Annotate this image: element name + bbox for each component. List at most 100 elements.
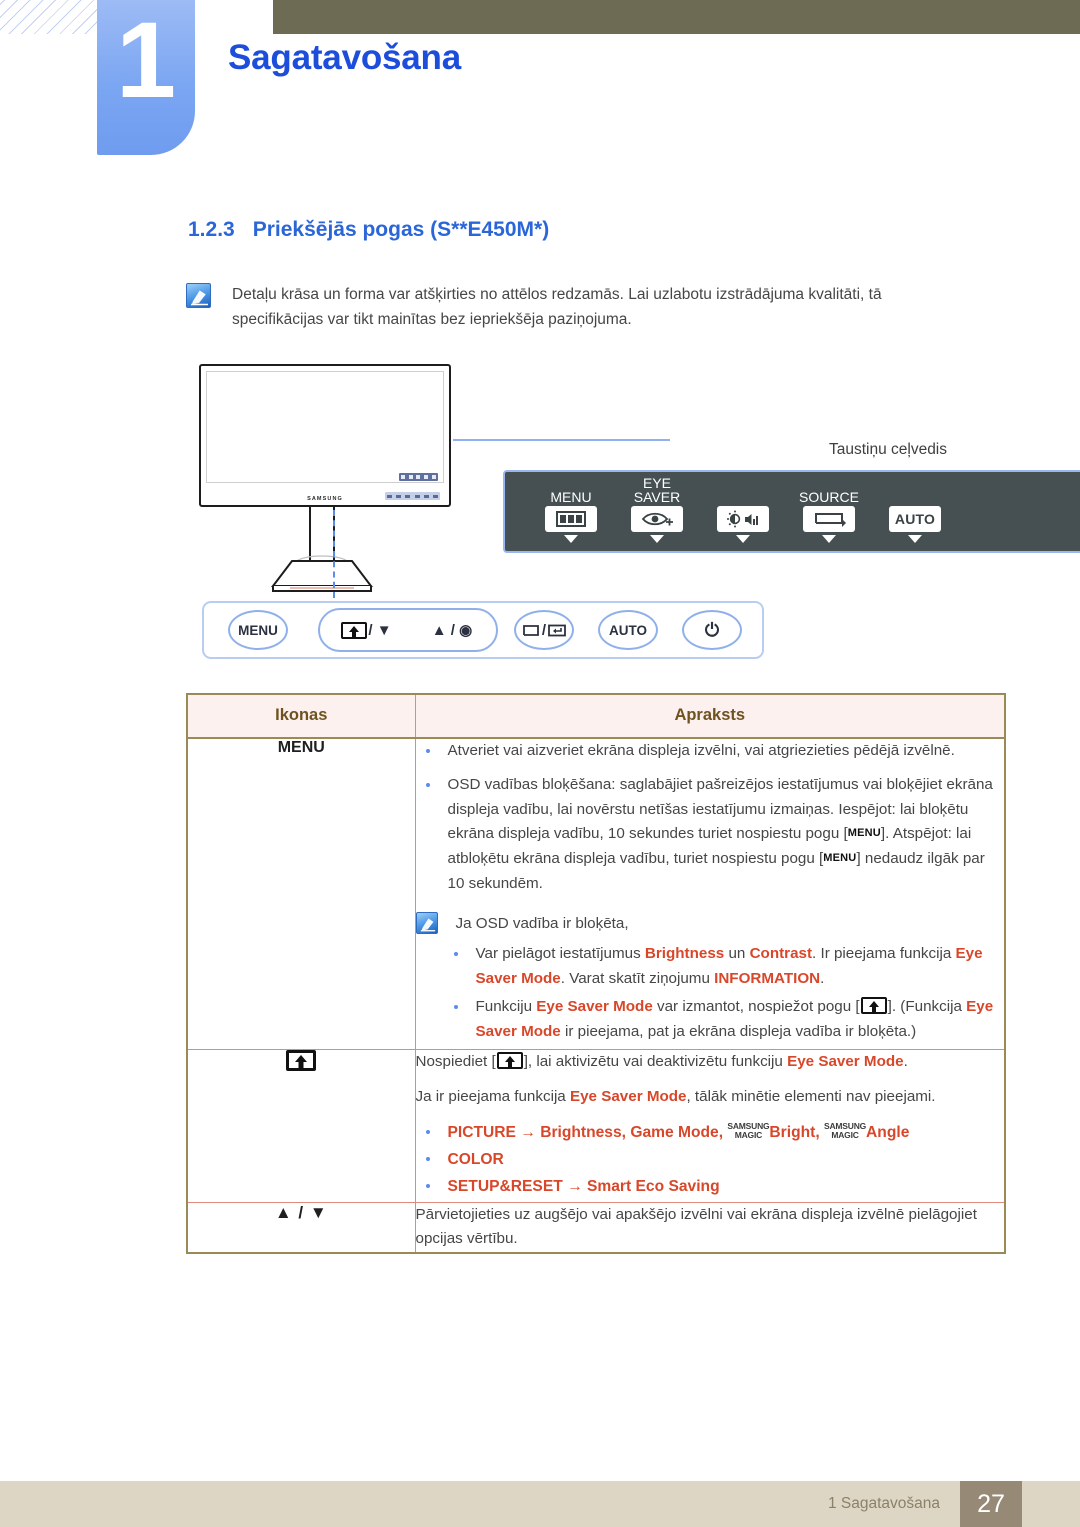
power-icon: ⏻ xyxy=(704,619,720,640)
callout-leader-line xyxy=(453,439,670,441)
key-guide-caption-eye-saver: EYE SAVER xyxy=(615,476,699,504)
key-guide-item-auto: AUTO xyxy=(873,476,957,543)
note-pen-icon xyxy=(186,283,211,308)
section-heading: 1.2.3 Priekšējās pogas (S**E450M*) xyxy=(188,218,549,242)
eye-saver-icon xyxy=(286,1049,317,1071)
source-enter-button-label: / xyxy=(510,610,578,650)
section-title: Priekšējās pogas (S**E450M*) xyxy=(252,218,550,241)
table-row: Nospiediet [], lai aktivizētu vai deakti… xyxy=(186,1048,1006,1203)
eye-saver-paragraph-1: Nospiediet [], lai aktivizētu vai deakti… xyxy=(415,1051,908,1070)
monitor-brand-logo: SAMSUNG xyxy=(307,496,343,502)
note-text: Detaļu krāsa un forma var atšķirties no … xyxy=(232,282,882,332)
list-item: OSD vadības bloķēšana: saglabājiet pašre… xyxy=(416,773,1005,897)
slash-separator: / xyxy=(541,621,547,639)
key-guide-item-source: SOURCE xyxy=(787,476,871,543)
list-item: COLOR xyxy=(416,1147,1005,1172)
brightness-keyword: Brightness xyxy=(644,944,725,962)
samsung-magic-label: SAMSUNG MAGIC xyxy=(824,1120,867,1140)
auto-button-label: AUTO xyxy=(608,622,647,638)
contrast-keyword: Contrast xyxy=(749,944,813,962)
monitor-body: SAMSUNG xyxy=(199,364,451,507)
source-loop-icon xyxy=(803,506,855,532)
list-item: Funkciju Eye Saver Mode var izmantot, no… xyxy=(446,995,1005,1045)
menu-key-badge: MENU xyxy=(847,827,881,840)
caption-line-2: SAVER xyxy=(633,488,681,505)
row-description-menu: Atveriet vai aizveriet ekrāna displeja i… xyxy=(414,737,1006,1050)
brightness-volume-icon xyxy=(717,506,769,532)
row-icon-eye-saver xyxy=(186,1048,416,1203)
table-row: MENU Atveriet vai aizveriet ekrāna displ… xyxy=(186,737,1006,1050)
note-pen-icon xyxy=(415,911,438,934)
monitor-illustration: SAMSUNG Taustiņu ceļvedis MENU EYE SAVER… xyxy=(186,355,1080,675)
key-guide-caption-auto xyxy=(873,476,957,504)
monitor-button-strip xyxy=(385,492,440,500)
samsung-magic-label: SAMSUNG MAGIC xyxy=(727,1120,770,1140)
up-down-paragraph: Pārvietojieties uz augšējo vai apakšējo … xyxy=(415,1205,977,1248)
callout-dashed-line xyxy=(333,510,335,598)
note-line-1: Detaļu krāsa un forma var atšķirties no … xyxy=(232,286,882,303)
enter-icon xyxy=(548,624,566,636)
eye-saver-icon xyxy=(341,621,368,639)
table-header-description: Apraksts xyxy=(414,693,1006,739)
page-number-badge: 27 xyxy=(960,1481,1022,1527)
front-button-bar: MENU / ▼ ▲ / ◉ / AUTO ⏻ xyxy=(202,601,764,659)
up-down-arrows-icon: ▲ / ▼ xyxy=(274,1202,328,1222)
key-guide-item-eye-saver: EYE SAVER xyxy=(615,476,699,543)
key-guide-caption-source: SOURCE xyxy=(799,488,859,505)
list-item: SETUP&RESET → Smart Eco Saving xyxy=(416,1174,1005,1199)
intro-note: Detaļu krāsa un forma var atšķirties no … xyxy=(186,282,996,332)
chapter-number-badge: 1 xyxy=(97,0,195,155)
monitor-screen xyxy=(206,371,444,483)
chapter-title: Sagatavošana xyxy=(228,38,461,77)
eye-saver-icon xyxy=(496,1051,523,1069)
osd-locked-sub-list: Var pielāgot iestatījumus Brightness un … xyxy=(416,942,1005,1045)
chevron-down-icon xyxy=(564,535,578,543)
source-loop-icon xyxy=(523,624,539,636)
menu-bullet-list: Atveriet vai aizveriet ekrāna displeja i… xyxy=(416,739,1005,897)
chevron-down-icon xyxy=(650,535,664,543)
page-footer: 1 Sagatavošana 27 xyxy=(0,1481,1080,1527)
table-row: ▲ / ▼ Pārvietojieties uz augšējo vai apa… xyxy=(186,1201,1006,1254)
chevron-down-icon xyxy=(822,535,836,543)
eye-saver-icon xyxy=(631,506,683,532)
key-guide-item-brightness xyxy=(701,476,785,543)
menu-button-label: MENU xyxy=(238,622,278,638)
key-guide-panel: MENU EYE SAVER SOURCE AUTO xyxy=(503,470,1080,553)
header-bar xyxy=(273,0,1080,34)
eye-saver-mode-keyword: Eye Saver Mode xyxy=(787,1052,904,1070)
osd-locked-note-intro: Ja OSD vadība ir bloķēta, xyxy=(455,914,629,932)
key-guide-caption-menu: MENU xyxy=(550,488,592,505)
key-guide-label: Taustiņu ceļvedis xyxy=(828,441,948,458)
footer-text: 1 Sagatavošana xyxy=(827,1495,940,1512)
table-header-icons: Ikonas xyxy=(186,693,416,739)
menu-bars-icon xyxy=(545,506,597,532)
row-description-eye-saver: Nospiediet [], lai aktivizētu vai deakti… xyxy=(414,1048,1006,1203)
disabled-items-list: PICTURE → Brightness, Game Mode, SAMSUNG… xyxy=(416,1120,1005,1200)
eye-saver-icon xyxy=(860,997,887,1015)
down-label: / ▼ xyxy=(368,621,392,639)
chevron-down-icon xyxy=(908,535,922,543)
eye-saver-mode-keyword: Eye Saver Mode xyxy=(536,998,653,1016)
eye-saver-down-button-label: / ▼ xyxy=(324,608,408,652)
eye-saver-mode-keyword: Eye Saver Mode xyxy=(569,1087,687,1105)
auto-icon: AUTO xyxy=(889,506,941,532)
section-number: 1.2.3 xyxy=(188,218,235,241)
note-line-2: specifikācijas var tikt mainītas bez iep… xyxy=(232,311,632,329)
monitor-stand-neck xyxy=(309,507,335,562)
monitor-stand-base xyxy=(270,555,374,595)
information-keyword: INFORMATION xyxy=(714,969,821,987)
table-header-row: Ikonas Apraksts xyxy=(186,693,1006,739)
key-guide-item-menu: MENU xyxy=(529,476,613,543)
row-icon-menu: MENU xyxy=(186,737,416,1050)
row-icon-up-down: ▲ / ▼ xyxy=(186,1201,416,1254)
chapter-number: 1 xyxy=(115,0,177,120)
osd-locked-note: Ja OSD vadība ir bloķēta, xyxy=(415,911,1005,936)
list-item: Atveriet vai aizveriet ekrāna displeja i… xyxy=(416,739,1005,764)
monitor-osd-icon-strip xyxy=(399,473,438,481)
menu-key-badge: MENU xyxy=(823,852,857,865)
list-item: Var pielāgot iestatījumus Brightness un … xyxy=(446,942,1005,992)
eye-saver-paragraph-2: Ja ir pieejama funkcija Eye Saver Mode, … xyxy=(415,1087,936,1105)
list-item: PICTURE → Brightness, Game Mode, SAMSUNG… xyxy=(416,1120,1005,1145)
row-description-up-down: Pārvietojieties uz augšējo vai apakšējo … xyxy=(414,1201,1006,1254)
button-description-table: Ikonas Apraksts MENU Atveriet vai aizver… xyxy=(186,693,1006,1255)
